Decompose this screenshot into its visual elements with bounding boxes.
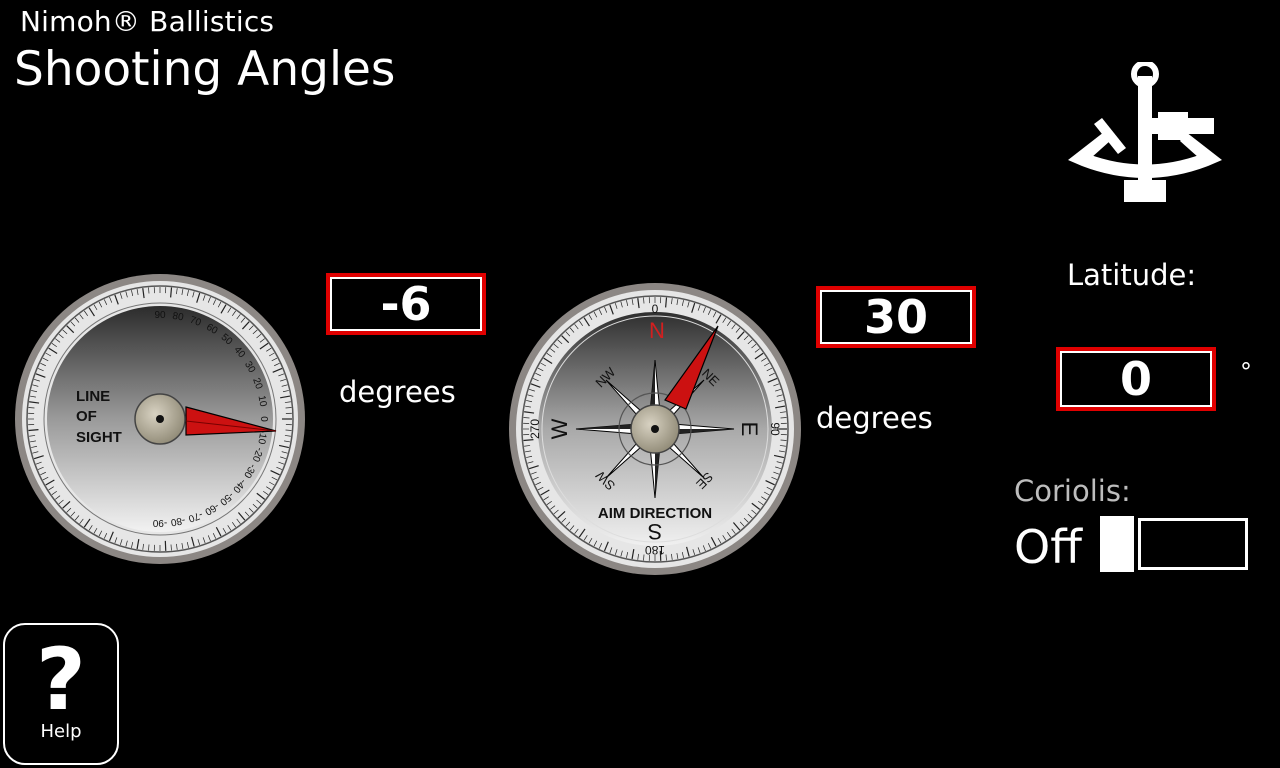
latitude-unit: °	[1240, 358, 1252, 386]
degree-mark-s: 180	[645, 543, 665, 557]
tick-label: -90	[152, 517, 167, 528]
tick-label: 0	[258, 416, 269, 422]
coriolis-state: Off	[1014, 520, 1082, 574]
cardinal-s: S	[648, 519, 663, 544]
coriolis-label: Coriolis:	[1014, 474, 1131, 508]
line-of-sight-value-box[interactable]	[326, 273, 486, 335]
cardinal-w: W	[547, 418, 572, 439]
dial-label-line2: OF	[76, 408, 97, 425]
dial-label-line1: LINE	[76, 388, 110, 405]
latitude-label: Latitude:	[1067, 258, 1197, 292]
line-of-sight-gauge[interactable]: 90 80 70 60 50 40 30 20 10 0 -10 -20 -30 -40 -50 -60 -70…	[14, 273, 306, 565]
coriolis-toggle[interactable]	[1100, 516, 1250, 572]
degree-mark-w: 270	[528, 419, 542, 439]
help-button[interactable]: ? Help	[3, 623, 119, 765]
sextant-icon	[1064, 60, 1226, 212]
line-of-sight-input[interactable]	[330, 277, 482, 331]
degree-mark-e: 90	[768, 422, 782, 436]
app-title: Nimoh® Ballistics	[20, 5, 275, 38]
cardinal-e: E	[737, 422, 762, 437]
latitude-value-box[interactable]	[1056, 347, 1216, 411]
toggle-track[interactable]	[1138, 518, 1248, 570]
toggle-thumb[interactable]	[1100, 516, 1134, 572]
aim-direction-unit: degrees	[816, 401, 933, 435]
tick-label: 90	[154, 310, 166, 321]
question-mark-icon: ?	[36, 630, 86, 730]
aim-direction-compass[interactable]: 0 180 90 270 N S E W NE NW SE SW AIM DIR…	[508, 282, 802, 576]
line-of-sight-unit: degrees	[339, 375, 456, 409]
dial-label: AIM DIRECTION	[598, 505, 712, 522]
latitude-input[interactable]	[1060, 351, 1212, 407]
cardinal-n: N	[649, 318, 665, 343]
page-title: Shooting Angles	[14, 42, 396, 97]
aim-direction-input[interactable]	[820, 290, 972, 344]
help-label: Help	[40, 721, 82, 742]
dial-label-line3: SIGHT	[76, 429, 122, 446]
degree-mark-n: 0	[652, 302, 659, 316]
aim-direction-value-box[interactable]	[816, 286, 976, 348]
